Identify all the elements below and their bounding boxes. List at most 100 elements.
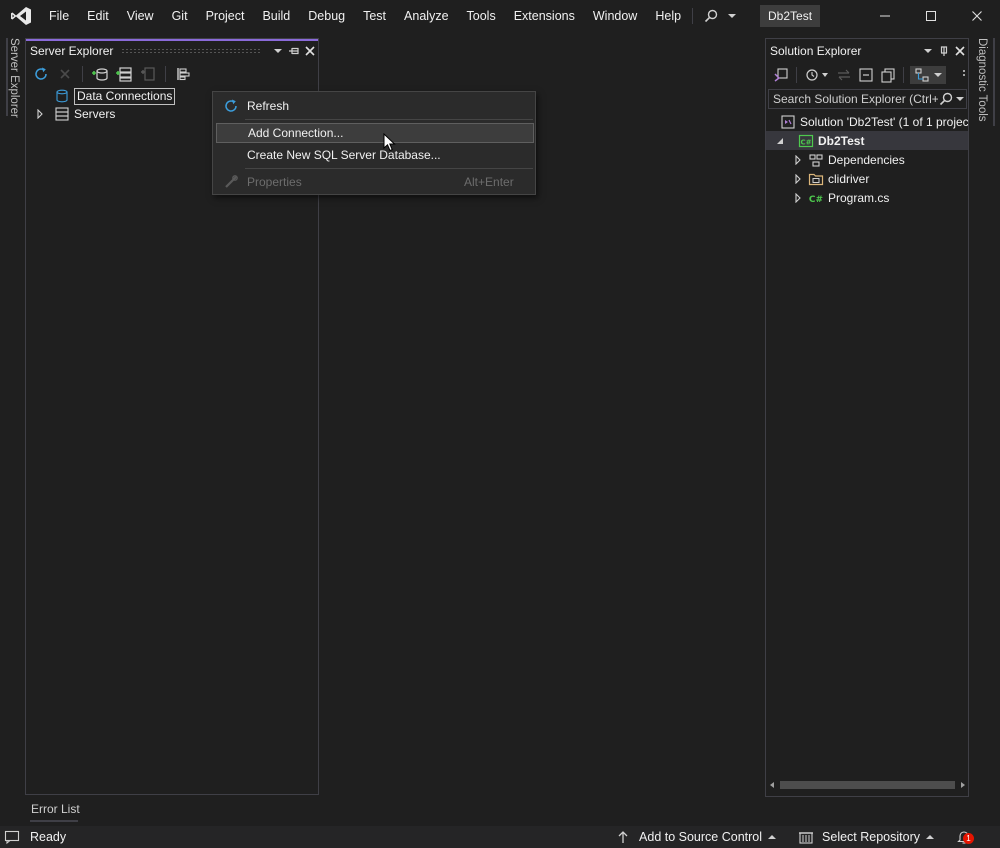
menu-window[interactable]: Window [584, 0, 646, 32]
preview-selected-items-button[interactable] [910, 66, 946, 84]
menu-file[interactable]: File [40, 0, 78, 32]
scrollbar-thumb[interactable] [780, 781, 955, 789]
menu-project[interactable]: Project [197, 0, 254, 32]
tree-item-solution[interactable]: Solution 'Db2Test' (1 of 1 project) [766, 112, 968, 131]
window-position-dropdown[interactable] [920, 43, 936, 59]
solution-explorer-panel: Solution Explorer Search Solution Explor… [765, 38, 969, 797]
collapse-chevron[interactable] [772, 133, 788, 149]
tree-item-label: Dependencies [828, 152, 905, 167]
search-icon[interactable] [938, 92, 954, 106]
menu-tools[interactable]: Tools [458, 0, 505, 32]
solution-name-badge[interactable]: Db2Test [760, 5, 821, 27]
menu-analyze[interactable]: Analyze [395, 0, 457, 32]
status-bar: Ready Add to Source Control Select Repos… [0, 826, 1000, 848]
sync-with-active-document-button[interactable] [835, 66, 853, 84]
menu-item-label: Add Connection... [248, 126, 344, 140]
chevron-down-icon [956, 97, 964, 101]
menu-item-label: Create New SQL Server Database... [247, 148, 441, 162]
menu-debug[interactable]: Debug [299, 0, 354, 32]
menu-git[interactable]: Git [163, 0, 197, 32]
title-bar: File Edit View Git Project Build Debug T… [0, 0, 1000, 32]
toolbar-separator [165, 66, 166, 82]
panel-title: Server Explorer [30, 44, 114, 58]
menu-item-label: Refresh [247, 99, 290, 113]
solution-search-input[interactable] [769, 92, 938, 106]
auto-hide-pin-button[interactable] [936, 43, 952, 59]
solution-search-box[interactable] [768, 89, 967, 109]
menu-view[interactable]: View [118, 0, 163, 32]
menu-separator [692, 8, 693, 24]
pin-icon [289, 47, 299, 55]
server-explorer-side-tab[interactable]: Server Explorer [8, 38, 20, 118]
stop-refresh-button[interactable] [56, 65, 74, 83]
tree-item-label: Db2Test [818, 133, 865, 148]
menu-item-add-connection[interactable]: Add Connection... [216, 123, 534, 143]
panel-title: Solution Explorer [770, 44, 862, 58]
expand-chevron[interactable] [790, 152, 806, 168]
wrench-icon [216, 175, 246, 189]
menu-item-properties[interactable]: Properties Alt+Enter [216, 172, 534, 192]
close-window-button[interactable] [954, 0, 1000, 32]
tree-item-clidriver[interactable]: clidriver [766, 169, 968, 188]
connect-to-database-button[interactable] [91, 65, 109, 83]
tree-item-dependencies[interactable]: Dependencies [766, 150, 968, 169]
menu-item-create-new-sql-server-database[interactable]: Create New SQL Server Database... [216, 145, 534, 165]
tree-item-project[interactable]: C# Db2Test [766, 131, 968, 150]
preview-icon [915, 68, 929, 82]
expand-chevron[interactable] [790, 171, 806, 187]
show-all-files-icon [881, 68, 895, 83]
chevron-down-icon [274, 49, 282, 53]
pending-changes-filter-button[interactable] [803, 66, 831, 84]
scroll-right-icon[interactable] [959, 781, 967, 789]
menu-test[interactable]: Test [354, 0, 395, 32]
properties-button[interactable] [174, 65, 192, 83]
close-panel-button[interactable] [302, 43, 318, 59]
arrow-up-icon [618, 831, 628, 843]
connect-database-icon [92, 68, 108, 81]
diagnostic-tools-side-tab[interactable]: Diagnostic Tools [976, 38, 988, 122]
solution-icon [780, 114, 796, 130]
tree-item-label: Program.cs [828, 190, 890, 205]
add-to-source-control-button[interactable]: Add to Source Control [617, 830, 777, 844]
switch-views-button[interactable] [772, 66, 790, 84]
toolbar-overflow-button[interactable] [960, 66, 968, 84]
close-panel-button[interactable] [952, 43, 968, 59]
tree-item-label: Solution 'Db2Test' (1 of 1 project) [800, 114, 968, 129]
refresh-button[interactable] [32, 65, 50, 83]
close-icon [955, 46, 965, 56]
menu-help[interactable]: Help [646, 0, 690, 32]
scroll-left-icon[interactable] [768, 781, 776, 789]
auto-hide-pin-button[interactable] [286, 43, 302, 59]
menu-edit[interactable]: Edit [78, 0, 118, 32]
folder-icon [808, 171, 824, 187]
connect-to-sharepoint-button[interactable] [139, 65, 157, 83]
panel-drag-grip[interactable] [121, 48, 262, 54]
window-position-dropdown[interactable] [270, 43, 286, 59]
menu-build[interactable]: Build [253, 0, 299, 32]
menu-bar: File Edit View Git Project Build Debug T… [40, 0, 690, 32]
menu-item-label: Properties [247, 175, 302, 189]
select-repository-button[interactable]: Select Repository [798, 830, 934, 844]
horizontal-scrollbar[interactable] [768, 777, 967, 793]
solution-explorer-header: Solution Explorer [766, 41, 968, 61]
search-options-dropdown[interactable] [954, 96, 966, 102]
maximize-button[interactable] [908, 0, 954, 32]
tree-item-program-cs[interactable]: C# Program.cs [766, 188, 968, 207]
minimize-button[interactable] [862, 0, 908, 32]
server-explorer-header: Server Explorer [26, 41, 318, 61]
data-connections-icon [54, 88, 70, 104]
chevron-right-icon [795, 173, 801, 184]
collapse-all-button[interactable] [857, 66, 875, 84]
menu-extensions[interactable]: Extensions [505, 0, 584, 32]
toolbar-separator [903, 67, 904, 83]
search-icon [704, 9, 718, 23]
search-button[interactable] [704, 7, 744, 25]
expand-chevron[interactable] [790, 190, 806, 206]
connect-to-server-button[interactable] [115, 65, 133, 83]
svg-text:C#: C# [809, 195, 823, 205]
show-all-files-button[interactable] [879, 66, 897, 84]
notifications-button[interactable]: 1 [956, 829, 974, 845]
menu-item-refresh[interactable]: Refresh [216, 96, 534, 116]
visual-studio-logo-icon[interactable] [10, 6, 32, 26]
expand-chevron[interactable] [32, 106, 48, 122]
